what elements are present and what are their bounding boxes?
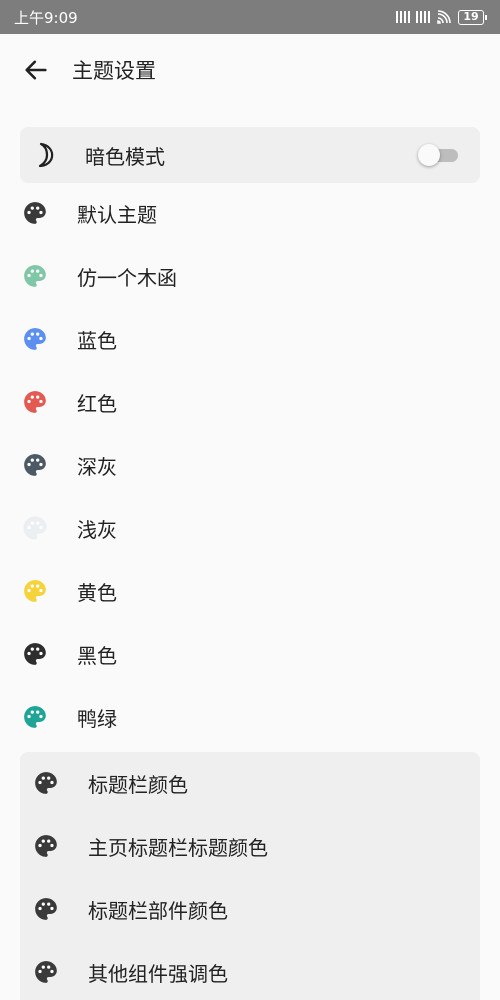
color-setting-label: 标题栏颜色 xyxy=(88,772,188,797)
dark-mode-toggle[interactable] xyxy=(418,144,458,166)
palette-icon xyxy=(22,704,48,730)
palette-icon xyxy=(33,833,59,859)
theme-item[interactable]: 仿一个木函 xyxy=(0,248,500,304)
wifi-icon xyxy=(437,10,451,24)
color-setting-item[interactable]: 标题栏部件颜色 xyxy=(0,881,500,937)
palette-icon xyxy=(22,641,48,667)
color-setting-item[interactable]: 其他组件强调色 xyxy=(0,944,500,1000)
theme-label: 黄色 xyxy=(77,580,117,605)
palette-icon xyxy=(22,578,48,604)
theme-label: 蓝色 xyxy=(77,328,117,353)
theme-item[interactable]: 浅灰 xyxy=(0,500,500,556)
palette-icon xyxy=(22,515,48,541)
status-bar: 上午9:09 19 xyxy=(0,0,500,34)
palette-icon xyxy=(22,389,48,415)
theme-label: 默认主题 xyxy=(77,202,157,227)
theme-item[interactable]: 黑色 xyxy=(0,626,500,682)
theme-label: 浅灰 xyxy=(77,517,117,542)
page-title: 主题设置 xyxy=(72,59,156,83)
color-setting-item[interactable]: 标题栏颜色 xyxy=(0,755,500,811)
theme-label: 鸭绿 xyxy=(77,706,117,731)
palette-icon xyxy=(22,263,48,289)
palette-icon xyxy=(33,896,59,922)
theme-item[interactable]: 鸭绿 xyxy=(0,689,500,745)
palette-icon xyxy=(33,770,59,796)
theme-label: 黑色 xyxy=(77,643,117,668)
palette-icon xyxy=(22,452,48,478)
theme-label: 红色 xyxy=(77,391,117,416)
theme-label: 仿一个木函 xyxy=(77,265,177,290)
theme-item[interactable]: 黄色 xyxy=(0,563,500,619)
moon-icon xyxy=(38,142,54,168)
dark-mode-row[interactable]: 暗色模式 xyxy=(0,127,500,183)
theme-item[interactable]: 默认主题 xyxy=(0,185,500,241)
status-icons: 19 xyxy=(396,9,487,25)
palette-icon xyxy=(22,326,48,352)
color-setting-item[interactable]: 主页标题栏标题颜色 xyxy=(0,818,500,874)
signal-icon xyxy=(396,11,410,23)
dark-mode-label: 暗色模式 xyxy=(85,144,165,169)
theme-item[interactable]: 蓝色 xyxy=(0,311,500,367)
palette-icon xyxy=(33,959,59,985)
theme-item[interactable]: 红色 xyxy=(0,374,500,430)
app-bar: 主题设置 xyxy=(0,34,500,106)
battery-icon: 19 xyxy=(458,9,487,25)
signal-icon-2 xyxy=(416,11,430,23)
color-setting-label: 标题栏部件颜色 xyxy=(88,898,228,923)
status-time: 上午9:09 xyxy=(14,8,78,27)
back-arrow-icon[interactable] xyxy=(22,56,50,84)
color-setting-label: 主页标题栏标题颜色 xyxy=(88,835,268,860)
toggle-knob xyxy=(418,144,440,166)
color-setting-label: 其他组件强调色 xyxy=(88,961,228,986)
theme-label: 深灰 xyxy=(77,454,117,479)
theme-item[interactable]: 深灰 xyxy=(0,437,500,493)
palette-icon xyxy=(22,200,48,226)
